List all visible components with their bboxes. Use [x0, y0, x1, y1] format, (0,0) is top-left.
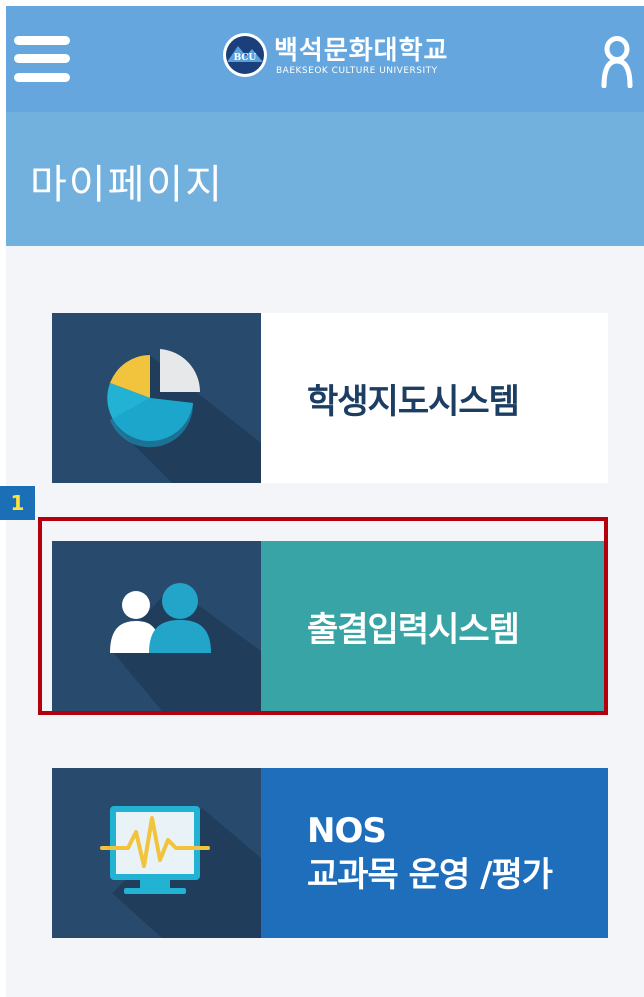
monitor-heartbeat-icon	[100, 806, 261, 938]
logo-name: 백석문화대학교	[274, 36, 449, 66]
logo-emblem-text: BCU	[234, 53, 257, 63]
logo-subtitle: BAEKSEOK CULTURE UNIVERSITY	[276, 66, 438, 76]
nos-course-evaluation-button[interactable]: NOS 교과목 운영 /평가	[52, 768, 608, 938]
university-logo[interactable]: BCU 백석문화대학교 BAEKSEOK CULTURE UNIVERSITY	[222, 28, 482, 86]
card-icon-area	[52, 768, 261, 938]
card-label-line2: 교과목 운영 /평가	[307, 855, 553, 895]
highlight-annotation-box	[38, 517, 608, 715]
pie-chart-icon	[107, 349, 261, 483]
app-frame: BCU 백석문화대학교 BAEKSEOK CULTURE UNIVERSITY …	[6, 6, 644, 997]
card-icon-area	[52, 313, 261, 483]
page-title: 마이페이지	[30, 162, 224, 208]
annotation-marker: 1	[0, 486, 35, 520]
card-label-area: NOS 교과목 운영 /평가	[261, 768, 608, 938]
hamburger-menu-icon[interactable]	[14, 36, 70, 82]
card-label: 학생지도시스템	[307, 381, 520, 422]
card-label-area: 학생지도시스템	[261, 313, 608, 483]
user-profile-icon[interactable]	[600, 36, 634, 88]
top-header: BCU 백석문화대학교 BAEKSEOK CULTURE UNIVERSITY	[6, 6, 644, 112]
logo-emblem-icon: BCU	[223, 33, 267, 77]
card-label-line1: NOS	[307, 811, 387, 851]
page-title-bar: 마이페이지	[6, 112, 644, 246]
card-label: NOS 교과목 운영 /평가	[307, 768, 553, 938]
student-guidance-system-button[interactable]: 학생지도시스템	[52, 313, 608, 483]
